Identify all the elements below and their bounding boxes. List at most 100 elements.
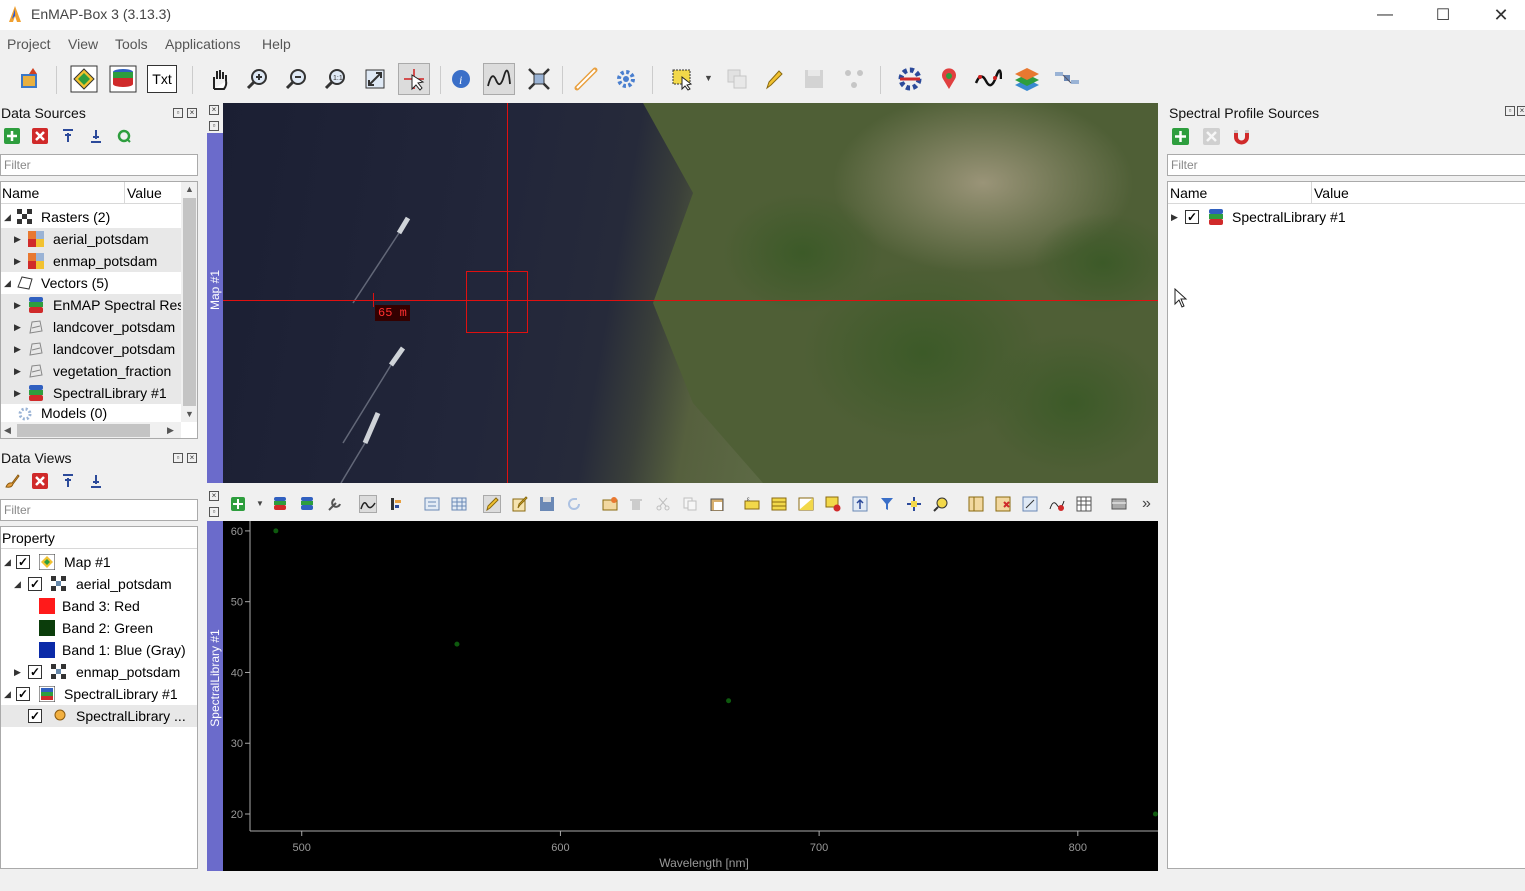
select-features-button[interactable] <box>666 63 698 95</box>
tree-item-band[interactable]: Band 1: Blue (Gray) <box>1 639 197 661</box>
add-profile-source-button[interactable] <box>1171 127 1189 145</box>
scroll-down-icon[interactable]: ▼ <box>185 409 194 419</box>
remove-view-button[interactable] <box>31 472 49 490</box>
link-maps-button[interactable] <box>570 63 602 95</box>
remove-source-button[interactable] <box>31 127 49 145</box>
expand-all-button[interactable] <box>59 472 77 490</box>
zoom-out-button[interactable] <box>281 63 313 95</box>
data-views-filter-input[interactable]: Filter <box>0 499 198 521</box>
close-window-button[interactable]: ✕ <box>1472 0 1525 30</box>
add-feature-button[interactable] <box>601 495 619 513</box>
new-spectral-library-button[interactable] <box>107 63 139 95</box>
float-dock-icon[interactable]: ▫ <box>1505 106 1515 116</box>
close-speclib-dock-icon[interactable]: × <box>207 489 223 505</box>
invert-selection-button[interactable] <box>797 495 815 513</box>
add-data-source-button[interactable] <box>14 63 46 95</box>
visibility-checkbox[interactable]: ✓ <box>28 665 42 679</box>
tree-item-band[interactable]: Band 3: Red <box>1 595 197 617</box>
select-by-expression-button[interactable]: ε <box>743 495 761 513</box>
chevron-down-icon[interactable]: ▼ <box>256 499 264 508</box>
menu-view[interactable]: View <box>68 36 98 52</box>
tree-item-speclib-view[interactable]: ◢ ✓ SpectralLibrary #1 <box>1 683 197 705</box>
filter-button[interactable] <box>878 495 896 513</box>
new-text-view-button[interactable]: Txt <box>146 63 178 95</box>
pan-tool-button[interactable] <box>203 63 235 95</box>
identify-button[interactable]: i <box>445 63 477 95</box>
deselect-all-button[interactable] <box>824 495 842 513</box>
form-view-button[interactable] <box>423 495 441 513</box>
more-tools-icon[interactable]: » <box>1142 495 1151 513</box>
table-view-button[interactable] <box>450 495 468 513</box>
pan-to-selection-button[interactable] <box>905 495 923 513</box>
menu-help[interactable]: Help <box>262 36 291 52</box>
save-edits-button[interactable] <box>798 63 830 95</box>
map-dock-tab[interactable]: Map #1 <box>207 133 223 483</box>
spectral-processing-button[interactable] <box>1048 495 1066 513</box>
menu-tools[interactable]: Tools <box>115 36 148 52</box>
multi-edit-button[interactable] <box>511 495 529 513</box>
select-cursor-location-button[interactable] <box>398 63 430 95</box>
menu-applications[interactable]: Applications <box>165 36 241 52</box>
close-dock-icon[interactable]: × <box>1517 106 1525 116</box>
chevron-down-icon[interactable]: ▼ <box>704 73 713 83</box>
delete-field-button[interactable] <box>994 495 1012 513</box>
vertical-scrollbar[interactable]: ▲ ▼ <box>181 182 197 422</box>
scroll-thumb[interactable] <box>183 198 196 406</box>
delete-feature-button[interactable] <box>627 495 645 513</box>
deselect-button[interactable] <box>721 63 753 95</box>
tree-item-vector[interactable]: ▶ landcover_potsdam <box>1 338 181 360</box>
horizontal-scrollbar[interactable]: ◀ ▶ <box>1 422 181 438</box>
save-edits-button[interactable] <box>538 495 556 513</box>
add-view-button[interactable] <box>3 472 21 490</box>
zoom-in-button[interactable] <box>242 63 274 95</box>
menu-project[interactable]: Project <box>7 36 51 52</box>
scroll-left-icon[interactable]: ◀ <box>4 425 11 436</box>
tree-item-layer[interactable]: ◢ ✓ aerial_potsdam <box>1 573 197 595</box>
undo-button[interactable] <box>1232 127 1250 145</box>
zoom-native-button[interactable]: 1:1 <box>320 63 352 95</box>
tree-group-models[interactable]: Models (0) <box>1 404 181 422</box>
tree-group-vectors[interactable]: ◢ Vectors (5) <box>1 272 181 294</box>
close-map-dock-icon[interactable]: × <box>207 103 223 119</box>
scroll-right-icon[interactable]: ▶ <box>167 425 174 436</box>
copy-button[interactable] <box>681 495 699 513</box>
add-source-button[interactable] <box>3 127 21 145</box>
tree-item-vector[interactable]: ▶ SpectralLibrary #1 <box>1 382 181 404</box>
data-sources-filter-input[interactable]: Filter <box>0 154 198 176</box>
tree-group-rasters[interactable]: ◢ Rasters (2) <box>1 206 181 228</box>
export-library-button[interactable] <box>299 495 317 513</box>
toggle-editing-button[interactable] <box>758 63 790 95</box>
tree-item-raster[interactable]: ▶ aerial_potsdam <box>1 228 181 250</box>
layer-stack-button[interactable] <box>1011 63 1043 95</box>
new-map-button[interactable] <box>68 63 100 95</box>
profile-settings-button[interactable] <box>326 495 344 513</box>
tree-item-vector[interactable]: ▶ vegetation_fraction <box>1 360 181 382</box>
scroll-up-icon[interactable]: ▲ <box>185 184 194 194</box>
tree-item-map[interactable]: ◢ ✓ Map #1 <box>1 551 197 573</box>
tree-item-vector[interactable]: ▶ EnMAP Spectral Res <box>1 294 184 316</box>
tree-item-raster[interactable]: ▶ enmap_potsdam <box>1 250 181 272</box>
float-dock-icon[interactable]: ▫ <box>173 453 183 463</box>
zoom-full-extent-button[interactable] <box>359 63 391 95</box>
scroll-thumb[interactable] <box>17 424 150 437</box>
visibility-checkbox[interactable]: ✓ <box>28 577 42 591</box>
maximize-button[interactable]: ☐ <box>1414 0 1472 30</box>
location-browser-button[interactable] <box>933 63 965 95</box>
visibility-checkbox[interactable]: ✓ <box>16 555 30 569</box>
visibility-checkbox[interactable]: ✓ <box>28 709 42 723</box>
tree-item-speclib-layer[interactable]: ✓ SpectralLibrary ... <box>1 705 197 727</box>
tree-item-layer[interactable]: ▶ ✓ enmap_potsdam <box>1 661 197 683</box>
map-canvas[interactable]: 65 m <box>223 103 1158 483</box>
link-map-extents-button[interactable] <box>523 63 555 95</box>
paste-button[interactable] <box>708 495 726 513</box>
add-feature-button[interactable] <box>838 63 870 95</box>
toggle-editing-button[interactable] <box>483 495 501 513</box>
spectral-profile-plot[interactable]: 20 30 40 50 60 500 600 700 800 Wavelength [nm] <box>223 521 1158 871</box>
visibility-checkbox[interactable]: ✓ <box>16 687 30 701</box>
tree-item-band[interactable]: Band 2: Green <box>1 617 197 639</box>
collapse-all-button[interactable] <box>87 127 105 145</box>
float-dock-icon[interactable]: ▫ <box>173 108 183 118</box>
show-profiles-button[interactable] <box>359 495 377 513</box>
tree-item-speclib[interactable]: ▶ ✓ SpectralLibrary #1 <box>1168 206 1525 228</box>
minimize-button[interactable]: — <box>1356 0 1414 30</box>
